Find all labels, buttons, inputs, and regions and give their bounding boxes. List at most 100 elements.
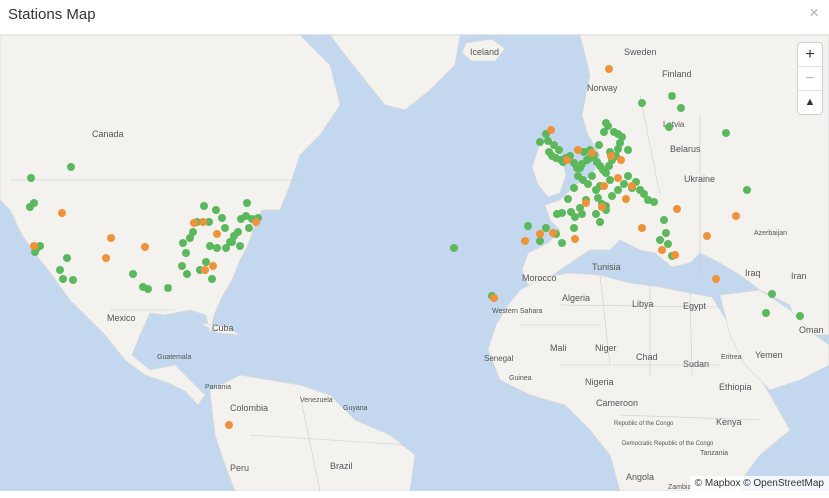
station-marker-green[interactable] xyxy=(768,290,776,298)
station-marker-green[interactable] xyxy=(638,99,646,107)
station-marker-orange[interactable] xyxy=(605,65,613,73)
compass-icon[interactable]: ▲ xyxy=(798,91,822,114)
station-marker-green[interactable] xyxy=(762,309,770,317)
station-marker-orange[interactable] xyxy=(628,182,636,190)
station-marker-green[interactable] xyxy=(743,186,751,194)
station-marker-green[interactable] xyxy=(662,229,670,237)
station-marker-green[interactable] xyxy=(796,312,804,320)
close-icon[interactable]: × xyxy=(809,3,819,23)
station-marker-green[interactable] xyxy=(222,244,230,252)
station-marker-orange[interactable] xyxy=(571,235,579,243)
station-marker-orange[interactable] xyxy=(582,199,590,207)
station-marker-orange[interactable] xyxy=(703,232,711,240)
station-marker-green[interactable] xyxy=(178,262,186,270)
station-marker-green[interactable] xyxy=(179,239,187,247)
station-marker-green[interactable] xyxy=(660,216,668,224)
station-marker-green[interactable] xyxy=(212,206,220,214)
station-marker-green[interactable] xyxy=(536,138,544,146)
map-attribution[interactable]: © Mapbox © OpenStreetMap xyxy=(689,476,829,491)
station-marker-orange[interactable] xyxy=(213,230,221,238)
station-marker-green[interactable] xyxy=(595,141,603,149)
station-marker-green[interactable] xyxy=(602,119,610,127)
station-marker-orange[interactable] xyxy=(614,174,622,182)
station-marker-green[interactable] xyxy=(564,195,572,203)
station-marker-green[interactable] xyxy=(624,146,632,154)
station-marker-orange[interactable] xyxy=(712,275,720,283)
station-marker-orange[interactable] xyxy=(107,234,115,242)
station-marker-orange[interactable] xyxy=(536,230,544,238)
station-marker-orange[interactable] xyxy=(58,209,66,217)
station-marker-green[interactable] xyxy=(536,237,544,245)
station-marker-orange[interactable] xyxy=(671,251,679,259)
map-canvas[interactable]: Iceland Sweden Finland Norway Latvia Bel… xyxy=(0,35,829,491)
station-marker-green[interactable] xyxy=(614,186,622,194)
station-marker-green[interactable] xyxy=(206,242,214,250)
station-marker-orange[interactable] xyxy=(622,195,630,203)
station-marker-green[interactable] xyxy=(555,146,563,154)
station-marker-green[interactable] xyxy=(63,254,71,262)
station-marker-green[interactable] xyxy=(677,104,685,112)
station-marker-orange[interactable] xyxy=(673,205,681,213)
station-marker-orange[interactable] xyxy=(225,421,233,429)
station-marker-orange[interactable] xyxy=(574,146,582,154)
station-marker-green[interactable] xyxy=(144,285,152,293)
station-marker-green[interactable] xyxy=(200,202,208,210)
station-marker-orange[interactable] xyxy=(141,243,149,251)
station-marker-green[interactable] xyxy=(665,123,673,131)
station-marker-green[interactable] xyxy=(59,275,67,283)
station-marker-green[interactable] xyxy=(588,172,596,180)
station-marker-green[interactable] xyxy=(67,163,75,171)
station-marker-green[interactable] xyxy=(558,239,566,247)
station-marker-green[interactable] xyxy=(624,172,632,180)
station-marker-orange[interactable] xyxy=(190,219,198,227)
station-marker-orange[interactable] xyxy=(600,182,608,190)
station-marker-green[interactable] xyxy=(592,210,600,218)
station-marker-orange[interactable] xyxy=(607,152,615,160)
station-marker-green[interactable] xyxy=(618,133,626,141)
station-marker-green[interactable] xyxy=(202,258,210,266)
station-marker-green[interactable] xyxy=(213,244,221,252)
station-marker-green[interactable] xyxy=(553,210,561,218)
station-marker-orange[interactable] xyxy=(617,156,625,164)
station-marker-orange[interactable] xyxy=(588,149,596,157)
station-marker-green[interactable] xyxy=(606,176,614,184)
station-marker-green[interactable] xyxy=(570,184,578,192)
station-marker-green[interactable] xyxy=(221,224,229,232)
station-marker-green[interactable] xyxy=(620,180,628,188)
station-marker-orange[interactable] xyxy=(209,262,217,270)
station-marker-orange[interactable] xyxy=(638,224,646,232)
station-marker-orange[interactable] xyxy=(490,294,498,302)
station-marker-green[interactable] xyxy=(129,270,137,278)
station-marker-green[interactable] xyxy=(27,174,35,182)
station-marker-green[interactable] xyxy=(570,224,578,232)
station-marker-orange[interactable] xyxy=(102,254,110,262)
station-marker-green[interactable] xyxy=(542,224,550,232)
station-marker-green[interactable] xyxy=(183,270,191,278)
station-marker-orange[interactable] xyxy=(732,212,740,220)
station-marker-orange[interactable] xyxy=(30,242,38,250)
station-marker-green[interactable] xyxy=(56,266,64,274)
station-marker-green[interactable] xyxy=(182,249,190,257)
station-marker-green[interactable] xyxy=(664,240,672,248)
station-marker-orange[interactable] xyxy=(252,218,260,226)
station-marker-green[interactable] xyxy=(668,92,676,100)
station-marker-green[interactable] xyxy=(571,213,579,221)
station-marker-green[interactable] xyxy=(69,276,77,284)
station-marker-green[interactable] xyxy=(186,234,194,242)
station-marker-green[interactable] xyxy=(602,169,610,177)
station-marker-green[interactable] xyxy=(656,236,664,244)
station-marker-green[interactable] xyxy=(208,275,216,283)
station-marker-green[interactable] xyxy=(722,129,730,137)
station-marker-orange[interactable] xyxy=(563,156,571,164)
station-marker-green[interactable] xyxy=(650,198,658,206)
station-marker-orange[interactable] xyxy=(521,237,529,245)
station-marker-green[interactable] xyxy=(576,164,584,172)
station-marker-orange[interactable] xyxy=(549,229,557,237)
station-marker-green[interactable] xyxy=(450,244,458,252)
station-marker-green[interactable] xyxy=(234,228,242,236)
zoom-out-button[interactable]: − xyxy=(798,67,822,91)
station-marker-green[interactable] xyxy=(245,224,253,232)
station-marker-green[interactable] xyxy=(228,238,236,246)
station-marker-green[interactable] xyxy=(218,214,226,222)
station-marker-orange[interactable] xyxy=(199,218,207,226)
